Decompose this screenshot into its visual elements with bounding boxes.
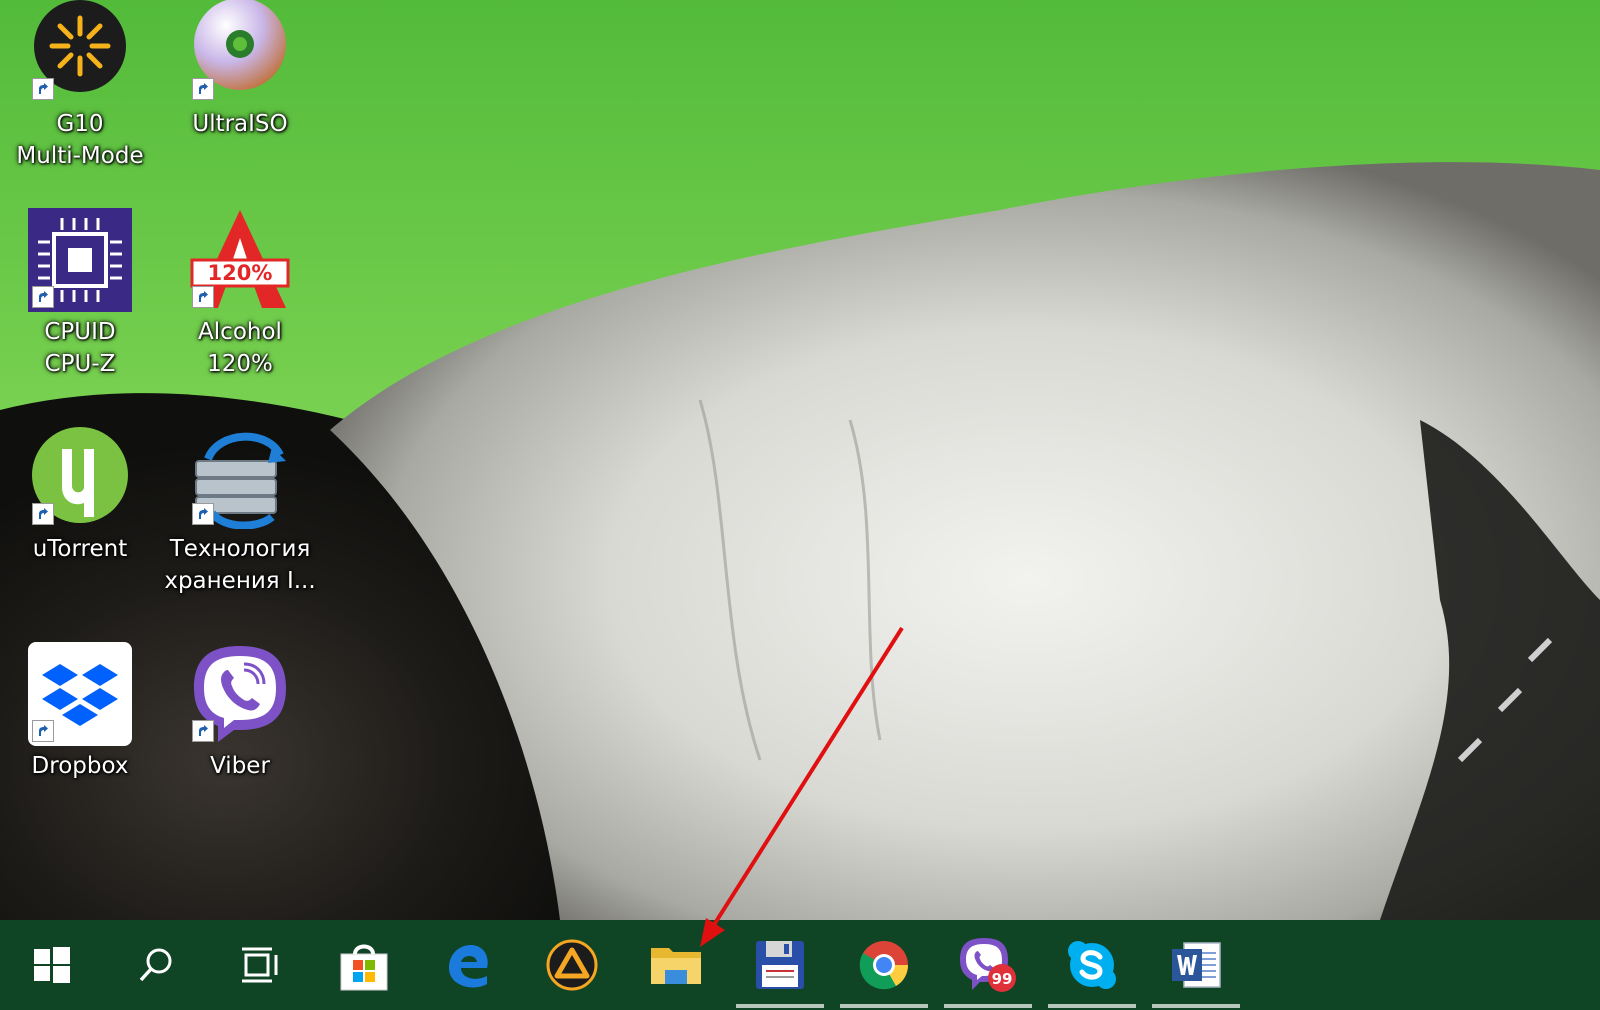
ultraiso-disc-icon — [188, 0, 292, 104]
aimp-button[interactable] — [520, 920, 624, 1010]
desktop-icon-label: Alcohol 120% — [198, 319, 282, 377]
word-button[interactable] — [1144, 920, 1248, 1010]
viber-icon: 99 — [960, 938, 1016, 992]
running-indicator — [1152, 1004, 1240, 1008]
edge-button[interactable] — [416, 920, 520, 1010]
intel-storage-icon — [188, 425, 292, 529]
viber-icon — [188, 642, 292, 746]
desktop-icon-ultraiso[interactable]: UltraISO — [160, 0, 320, 140]
shortcut-arrow-icon — [32, 78, 54, 100]
desktop-icon-label: Технология хранения I... — [164, 536, 316, 594]
word-icon — [1172, 942, 1221, 988]
store-bag-icon — [340, 944, 388, 991]
desktop-icon-cpuz[interactable]: CPUID CPU-Z — [0, 208, 160, 380]
desktop-icon-alcohol[interactable]: 120% Alcohol 120% — [160, 208, 320, 380]
chrome-icon — [859, 941, 909, 990]
file-explorer-button[interactable] — [624, 920, 728, 1010]
search-icon — [139, 948, 172, 982]
microsoft-store-button[interactable] — [312, 920, 416, 1010]
skype-icon — [1068, 941, 1116, 989]
desktop-icon-utorrent[interactable]: uTorrent — [0, 425, 160, 565]
desktop-icon-label: Viber — [210, 753, 270, 779]
desktop-icon-dropbox[interactable]: Dropbox — [0, 642, 160, 782]
g10-multimode-icon — [28, 0, 132, 104]
desktop-icon-intel-storage[interactable]: Технология хранения I... — [160, 425, 320, 597]
desktop-icon-viber[interactable]: Viber — [160, 642, 320, 782]
start-button[interactable] — [0, 920, 104, 1010]
dropbox-icon — [28, 642, 132, 746]
viber-taskbar-button[interactable]: 99 — [936, 920, 1040, 1010]
folder-icon — [651, 948, 701, 984]
aimp-icon — [546, 939, 598, 991]
running-indicator — [944, 1004, 1032, 1008]
svg-text:120%: 120% — [208, 261, 273, 285]
taskbar: 99 — [0, 920, 1600, 1010]
shortcut-arrow-icon — [192, 78, 214, 100]
viber-unread-badge: 99 — [992, 970, 1013, 988]
floppy-disk-icon — [756, 941, 804, 989]
task-view-button[interactable] — [208, 920, 312, 1010]
desktop-icon-label: G10 Multi-Mode — [16, 111, 144, 169]
desktop-icon-label: Dropbox — [31, 753, 129, 779]
desktop-icon-label: CPUID CPU-Z — [44, 319, 116, 377]
save-app-button[interactable] — [728, 920, 832, 1010]
skype-button[interactable] — [1040, 920, 1144, 1010]
shortcut-arrow-icon — [32, 720, 54, 742]
edge-icon — [449, 944, 488, 988]
chrome-button[interactable] — [832, 920, 936, 1010]
shortcut-arrow-icon — [192, 286, 214, 308]
running-indicator — [1048, 1004, 1136, 1008]
shortcut-arrow-icon — [192, 503, 214, 525]
utorrent-icon — [28, 425, 132, 529]
alcohol-120-icon: 120% — [188, 208, 292, 312]
desktop-icon-g10[interactable]: G10 Multi-Mode — [0, 0, 160, 172]
desktop: G10 Multi-Mode UltraISO CPUID CPU-Z 120%… — [0, 0, 1600, 920]
cpuz-chip-icon — [28, 208, 132, 312]
running-indicator — [736, 1004, 824, 1008]
task-view-icon — [242, 947, 278, 983]
running-indicator — [840, 1004, 928, 1008]
desktop-icon-label: UltraISO — [192, 111, 288, 137]
windows-start-icon — [34, 947, 70, 983]
shortcut-arrow-icon — [32, 286, 54, 308]
shortcut-arrow-icon — [32, 503, 54, 525]
search-button[interactable] — [104, 920, 208, 1010]
desktop-icon-label: uTorrent — [32, 536, 128, 562]
shortcut-arrow-icon — [192, 720, 214, 742]
